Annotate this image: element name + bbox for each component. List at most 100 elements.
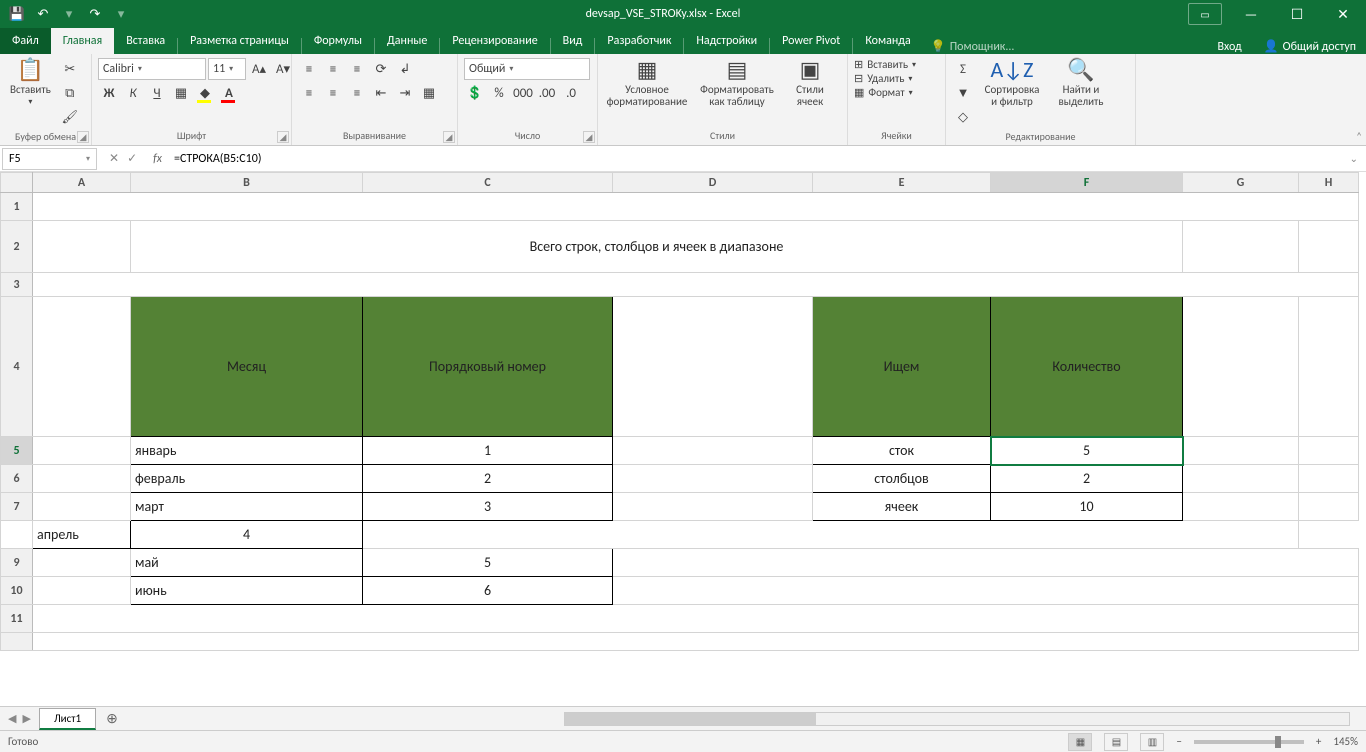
table-cell[interactable]: январь bbox=[131, 437, 363, 465]
expand-formula-bar-icon[interactable]: ⌄ bbox=[1342, 152, 1366, 165]
table-cell[interactable]: сток bbox=[813, 437, 991, 465]
save-icon[interactable]: 💾 bbox=[6, 3, 28, 25]
table-cell[interactable]: ячеек bbox=[813, 493, 991, 521]
tab-data[interactable]: Данные bbox=[375, 28, 439, 54]
table-cell[interactable]: апрель bbox=[33, 521, 131, 549]
paste-button[interactable]: 📋 Вставить ▾ bbox=[4, 56, 57, 109]
tell-me-input[interactable]: 💡 Помощник... bbox=[923, 39, 1023, 54]
login-link[interactable]: Вход bbox=[1205, 40, 1253, 54]
row-header[interactable]: 7 bbox=[1, 493, 33, 521]
cut-icon[interactable]: ✂ bbox=[59, 58, 81, 80]
delete-cells-button[interactable]: ⊟Удалить▾ bbox=[854, 72, 916, 85]
row-header[interactable]: 9 bbox=[1, 549, 33, 577]
row-header[interactable]: 10 bbox=[1, 577, 33, 605]
tab-insert[interactable]: Вставка bbox=[114, 28, 177, 54]
tab-addins[interactable]: Надстройки bbox=[684, 28, 769, 54]
align-right-icon[interactable]: ≡ bbox=[346, 82, 368, 104]
cancel-formula-icon[interactable]: ✕ bbox=[109, 151, 119, 166]
zoom-slider[interactable] bbox=[1194, 740, 1304, 744]
table-cell[interactable]: март bbox=[131, 493, 363, 521]
col-header[interactable]: G bbox=[1183, 173, 1299, 193]
sheet-tab[interactable]: Лист1 bbox=[39, 708, 96, 730]
conditional-formatting-button[interactable]: ▦Условное форматирование bbox=[602, 56, 692, 110]
increase-font-icon[interactable]: A▴ bbox=[248, 58, 270, 80]
formula-input[interactable]: =СТРОКА(B5:C10) bbox=[168, 152, 1342, 166]
horizontal-scrollbar[interactable] bbox=[564, 712, 1350, 726]
table-cell[interactable]: февраль bbox=[131, 465, 363, 493]
tab-formulas[interactable]: Формулы bbox=[302, 28, 374, 54]
sort-filter-button[interactable]: A↓ZСортировка и фильтр bbox=[976, 56, 1048, 110]
share-button[interactable]: 👤Общий доступ bbox=[1254, 39, 1366, 54]
table-cell[interactable]: 10 bbox=[991, 493, 1183, 521]
page-break-view-icon[interactable]: ▥ bbox=[1140, 733, 1164, 751]
col-header[interactable]: C bbox=[363, 173, 613, 193]
normal-view-icon[interactable]: ▦ bbox=[1068, 733, 1092, 751]
align-bottom-icon[interactable]: ≡ bbox=[346, 58, 368, 80]
col-header[interactable]: H bbox=[1299, 173, 1359, 193]
tab-home[interactable]: Главная bbox=[51, 28, 114, 54]
font-launcher[interactable]: ◢ bbox=[277, 131, 289, 143]
redo-icon[interactable]: ↷ bbox=[84, 3, 106, 25]
align-center-icon[interactable]: ≡ bbox=[322, 82, 344, 104]
find-select-button[interactable]: 🔍Найти и выделить bbox=[1048, 56, 1114, 110]
wrap-text-icon[interactable]: ↲ bbox=[394, 58, 416, 80]
col-header[interactable]: A bbox=[33, 173, 131, 193]
autosum-icon[interactable]: Σ bbox=[952, 58, 974, 80]
col-header[interactable]: F bbox=[991, 173, 1183, 193]
insert-cells-button[interactable]: ⊞Вставить▾ bbox=[854, 58, 916, 71]
sheet-next-icon[interactable]: ▶ bbox=[22, 712, 30, 725]
table-cell[interactable]: 5 bbox=[363, 549, 613, 577]
merge-icon[interactable]: ▦ bbox=[418, 82, 440, 104]
sheet-prev-icon[interactable]: ◀ bbox=[8, 712, 16, 725]
table-cell[interactable]: 2 bbox=[363, 465, 613, 493]
format-cells-button[interactable]: ▦Формат▾ bbox=[854, 86, 916, 99]
clipboard-launcher[interactable]: ◢ bbox=[77, 131, 89, 143]
qat-menu-icon[interactable]: ▾ bbox=[110, 3, 132, 25]
cell-styles-button[interactable]: ▣Стили ячеек bbox=[782, 56, 838, 110]
percent-icon[interactable]: % bbox=[488, 82, 510, 104]
col-header[interactable]: E bbox=[813, 173, 991, 193]
orientation-icon[interactable]: ⟳ bbox=[370, 58, 392, 80]
table-cell[interactable]: 2 bbox=[991, 465, 1183, 493]
tab-team[interactable]: Команда bbox=[853, 28, 922, 54]
bold-button[interactable]: Ж bbox=[98, 82, 120, 104]
table-cell[interactable]: 3 bbox=[363, 493, 613, 521]
format-as-table-button[interactable]: ▤Форматировать как таблицу bbox=[692, 56, 782, 110]
table-cell[interactable]: май bbox=[131, 549, 363, 577]
tab-developer[interactable]: Разработчик bbox=[595, 28, 683, 54]
row-header[interactable]: 3 bbox=[1, 273, 33, 297]
table-cell[interactable]: июнь bbox=[131, 577, 363, 605]
tab-file[interactable]: Файл bbox=[0, 28, 51, 54]
name-box[interactable]: F5▾ bbox=[2, 148, 97, 170]
underline-button[interactable]: Ч bbox=[146, 82, 168, 104]
comma-icon[interactable]: 000 bbox=[512, 82, 534, 104]
row-header[interactable]: 2 bbox=[1, 221, 33, 273]
tab-powerpivot[interactable]: Power Pivot bbox=[770, 28, 852, 54]
zoom-value[interactable]: 145% bbox=[1333, 735, 1358, 748]
accept-formula-icon[interactable]: ✓ bbox=[127, 151, 137, 166]
align-middle-icon[interactable]: ≡ bbox=[322, 58, 344, 80]
indent-increase-icon[interactable]: ⇥ bbox=[394, 82, 416, 104]
font-color-icon[interactable]: A bbox=[218, 82, 240, 104]
decrease-decimal-icon[interactable]: .0 bbox=[560, 82, 582, 104]
row-header[interactable]: 5 bbox=[1, 437, 33, 465]
row-header[interactable]: 11 bbox=[1, 605, 33, 633]
align-launcher[interactable]: ◢ bbox=[443, 131, 455, 143]
table-cell[interactable]: столбцов bbox=[813, 465, 991, 493]
maximize-button[interactable]: ☐ bbox=[1274, 0, 1320, 28]
col-header[interactable]: D bbox=[613, 173, 813, 193]
zoom-out-button[interactable]: − bbox=[1176, 735, 1181, 748]
format-painter-icon[interactable]: 🖌 bbox=[59, 106, 81, 128]
increase-decimal-icon[interactable]: .00 bbox=[536, 82, 558, 104]
row-header[interactable] bbox=[1, 633, 33, 651]
table-cell[interactable]: 1 bbox=[363, 437, 613, 465]
table-cell[interactable]: 4 bbox=[131, 521, 363, 549]
active-cell[interactable]: 5 bbox=[991, 437, 1183, 465]
undo-icon[interactable]: ↶ bbox=[32, 3, 54, 25]
row-header[interactable]: 1 bbox=[1, 193, 33, 221]
tab-review[interactable]: Рецензирование bbox=[440, 28, 549, 54]
fill-color-icon[interactable]: ◆ bbox=[194, 82, 216, 104]
undo-menu-icon[interactable]: ▾ bbox=[58, 3, 80, 25]
tab-layout[interactable]: Разметка страницы bbox=[178, 28, 301, 54]
align-left-icon[interactable]: ≡ bbox=[298, 82, 320, 104]
